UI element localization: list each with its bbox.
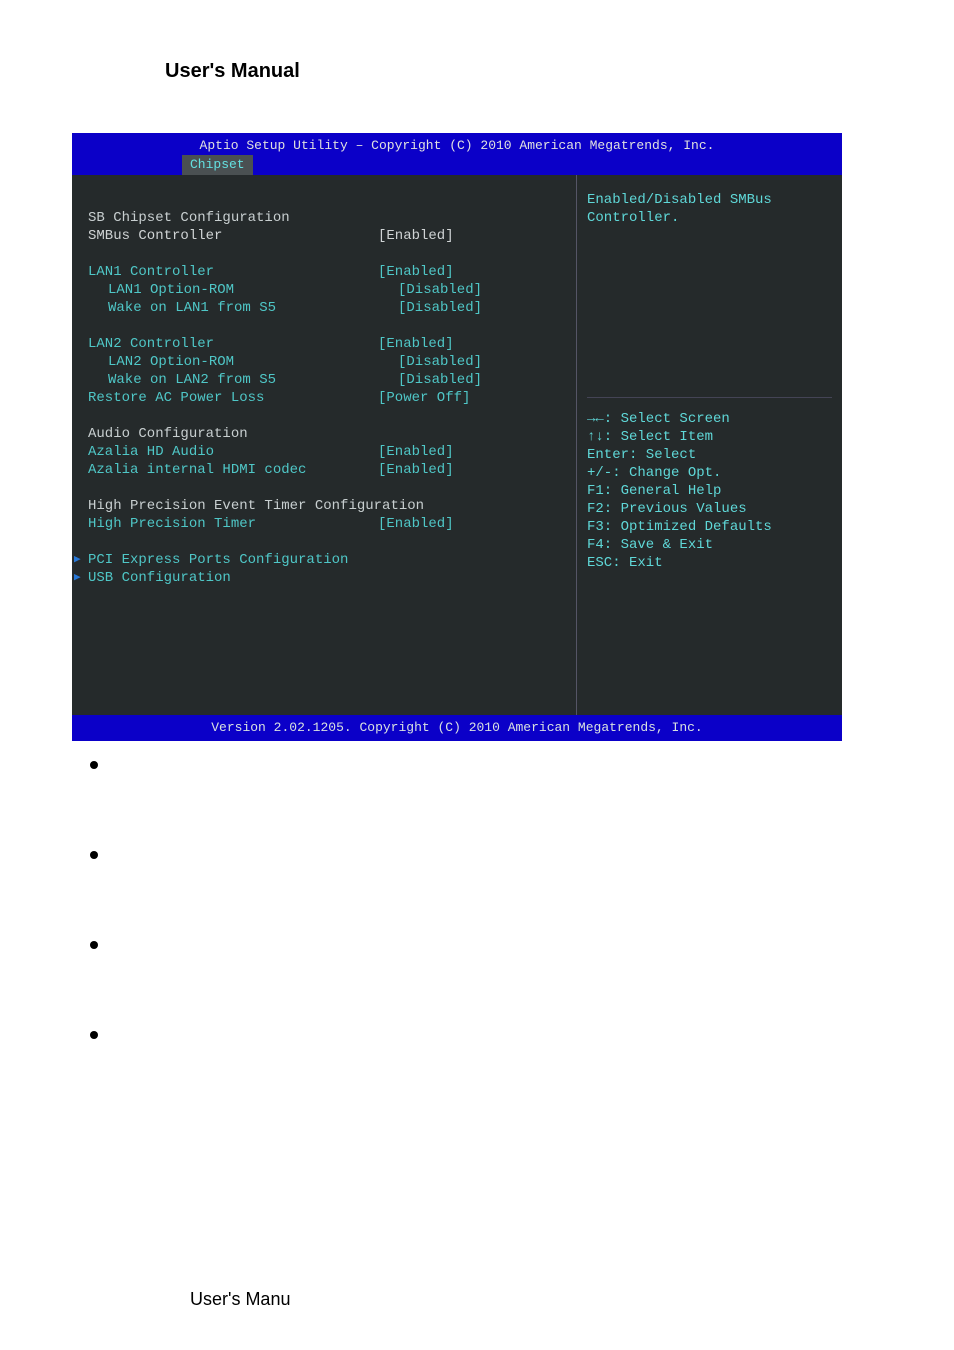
key-change-opt: +/-: Change Opt. <box>587 464 832 482</box>
help-text-line1: Enabled/Disabled SMBus <box>587 191 832 209</box>
item-restore-ac-power-loss[interactable]: Restore AC Power Loss[Power Off] <box>88 389 568 407</box>
item-azalia-hdmi-codec[interactable]: Azalia internal HDMI codec[Enabled] <box>88 461 568 479</box>
item-smbus-controller[interactable]: SMBus Controller[Enabled] <box>88 227 568 245</box>
key-select-item: ↑↓: Select Item <box>587 428 832 446</box>
item-lan1-option-rom[interactable]: LAN1 Option-ROM[Disabled] <box>88 281 568 299</box>
key-optimized-defaults: F3: Optimized Defaults <box>587 518 832 536</box>
item-wake-lan2-s5[interactable]: Wake on LAN2 from S5[Disabled] <box>88 371 568 389</box>
bios-left-pane: SB Chipset Configuration SMBus Controlle… <box>72 175 576 715</box>
bullet-list <box>90 761 954 1039</box>
help-text-line2: Controller. <box>587 209 832 227</box>
item-azalia-hd-audio[interactable]: Azalia HD Audio[Enabled] <box>88 443 568 461</box>
doc-footer: User's Manu <box>190 1289 290 1310</box>
bullet-icon <box>90 851 98 859</box>
doc-header: User's Manual <box>165 60 954 83</box>
key-enter-select: Enter: Select <box>587 446 832 464</box>
bios-tab-row: Chipset <box>72 155 842 175</box>
bios-right-pane: Enabled/Disabled SMBus Controller. →←: S… <box>576 175 842 715</box>
bios-body: SB Chipset Configuration SMBus Controlle… <box>72 175 842 715</box>
bullet-icon <box>90 761 98 769</box>
bullet-icon <box>90 1031 98 1039</box>
key-general-help: F1: General Help <box>587 482 832 500</box>
help-divider <box>587 397 832 398</box>
item-lan2-controller[interactable]: LAN2 Controller[Enabled] <box>88 335 568 353</box>
key-esc-exit: ESC: Exit <box>587 554 832 572</box>
key-previous-values: F2: Previous Values <box>587 500 832 518</box>
key-save-exit: F4: Save & Exit <box>587 536 832 554</box>
item-lan2-option-rom[interactable]: LAN2 Option-ROM[Disabled] <box>88 353 568 371</box>
bios-screenshot: Aptio Setup Utility – Copyright (C) 2010… <box>72 133 842 741</box>
section-hpet-config: High Precision Event Timer Configuration <box>88 497 568 515</box>
submenu-usb-configuration[interactable]: USB Configuration <box>88 569 568 587</box>
item-high-precision-timer[interactable]: High Precision Timer[Enabled] <box>88 515 568 533</box>
key-select-screen: →←: Select Screen <box>587 410 832 428</box>
bullet-icon <box>90 941 98 949</box>
submenu-pci-express-ports[interactable]: PCI Express Ports Configuration <box>88 551 568 569</box>
section-audio-config: Audio Configuration <box>88 425 568 443</box>
page: User's Manual Aptio Setup Utility – Copy… <box>0 0 954 1350</box>
bios-title: Aptio Setup Utility – Copyright (C) 2010… <box>72 133 842 155</box>
tab-chipset[interactable]: Chipset <box>182 155 253 175</box>
item-lan1-controller[interactable]: LAN1 Controller[Enabled] <box>88 263 568 281</box>
item-wake-lan1-s5[interactable]: Wake on LAN1 from S5[Disabled] <box>88 299 568 317</box>
bios-footer: Version 2.02.1205. Copyright (C) 2010 Am… <box>72 715 842 741</box>
section-sb-chipset: SB Chipset Configuration <box>88 209 568 227</box>
